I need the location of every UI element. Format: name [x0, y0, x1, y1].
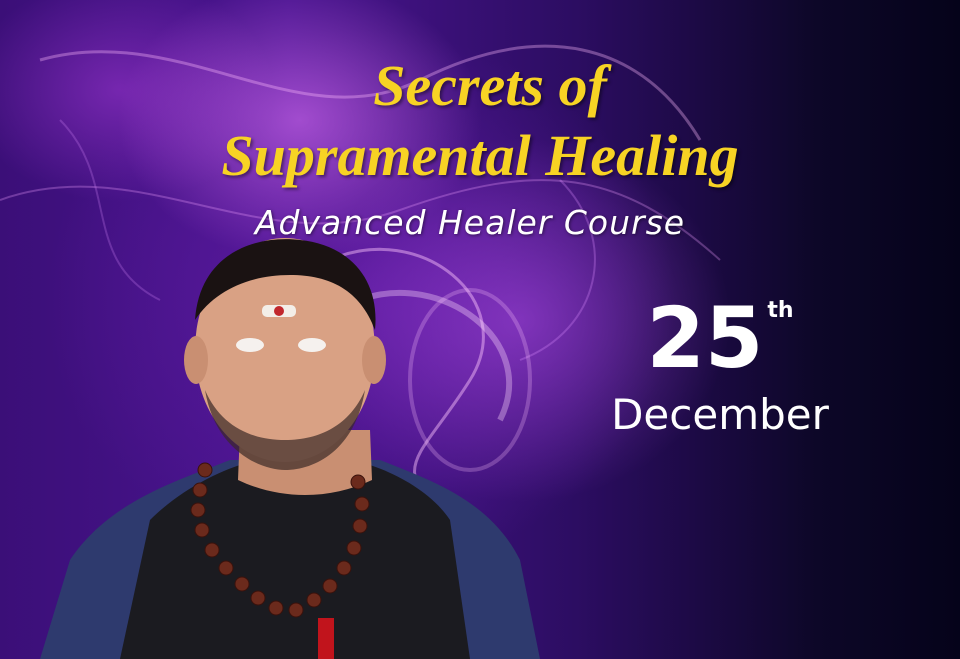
date-suffix: th [767, 298, 794, 323]
course-subtitle: Advanced Healer Course [254, 203, 686, 242]
title-line-2: Supramental Healing [221, 123, 739, 188]
event-date: 25th December [590, 290, 850, 440]
date-day: 25 [646, 289, 764, 387]
date-day-row: 25th [590, 290, 850, 386]
event-banner: Secrets of Supramental Healing Advanced … [0, 0, 960, 659]
date-month: December [611, 390, 829, 439]
title-line-1: Secrets of [373, 53, 607, 118]
